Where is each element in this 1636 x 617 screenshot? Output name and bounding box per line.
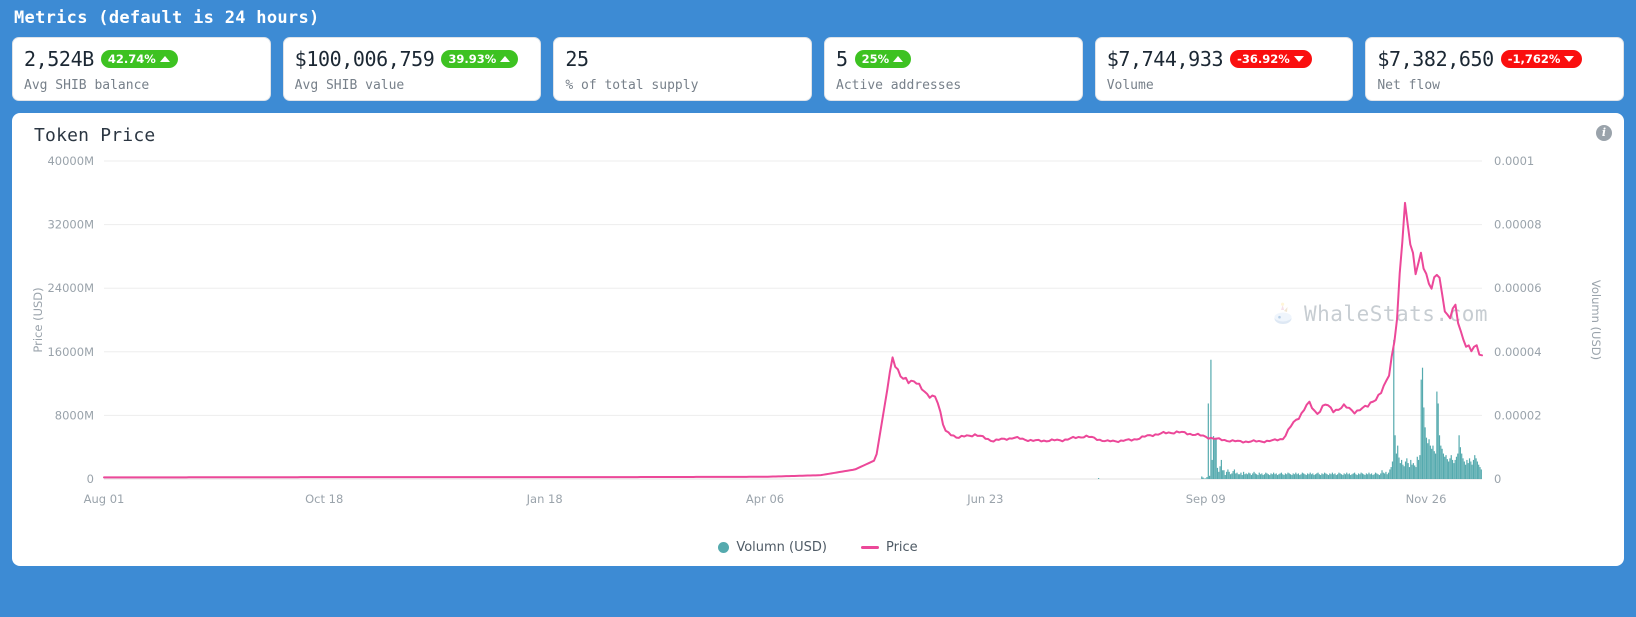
status-badge: -36.92% (1230, 49, 1312, 69)
metric-value: 5 (836, 47, 848, 71)
status-badge: 39.93% (441, 49, 519, 69)
svg-text:Apr 06: Apr 06 (746, 492, 784, 506)
metric-card-active-addresses[interactable]: 5 25% Active addresses (824, 37, 1083, 101)
svg-text:8000M: 8000M (55, 408, 94, 422)
svg-text:0: 0 (1494, 472, 1501, 486)
legend-label: Volumn (USD) (736, 540, 827, 555)
triangle-up-icon (159, 56, 170, 62)
svg-text:16000M: 16000M (47, 345, 94, 359)
metric-value: $7,744,933 (1106, 47, 1224, 71)
svg-text:0: 0 (87, 472, 94, 486)
legend-item-price[interactable]: Price (860, 540, 918, 555)
svg-text:Sep 09: Sep 09 (1186, 492, 1226, 506)
svg-text:Volumn (USD): Volumn (USD) (1589, 280, 1603, 360)
triangle-down-icon (1293, 56, 1304, 62)
legend-line-icon (860, 546, 879, 549)
triangle-down-icon (1564, 56, 1575, 62)
metric-label: Active addresses (836, 78, 962, 93)
legend-label: Price (885, 540, 918, 555)
metric-label: Net flow (1377, 78, 1440, 93)
metric-card-avg-shib-balance[interactable]: 2,524B 42.74% Avg SHIB balance (12, 37, 271, 101)
metric-card-net-flow[interactable]: $7,382,650 -1,762% Net flow (1365, 37, 1625, 101)
svg-text:32000M: 32000M (47, 218, 94, 232)
metric-top: 25 (565, 46, 800, 72)
badge-text: -1,762% (1507, 51, 1561, 66)
triangle-up-icon (500, 56, 511, 62)
svg-text:0.00006: 0.00006 (1494, 281, 1542, 295)
status-badge: -1,762% (1500, 49, 1583, 69)
metric-label: Avg SHIB balance (24, 78, 150, 93)
svg-text:0.00002: 0.00002 (1494, 408, 1542, 422)
metric-value: 25 (565, 47, 589, 71)
page-title: Metrics (default is 24 hours) (14, 8, 320, 28)
token-price-chart-card: Token Price i WhaleStats.com 0 8000M 16000… (12, 113, 1624, 566)
status-badge: 25% (854, 49, 912, 69)
metrics-cards-row: 2,524B 42.74% Avg SHIB balance $100,006,… (0, 28, 1636, 101)
svg-text:Jun 23: Jun 23 (966, 492, 1003, 506)
legend-dot-icon (718, 542, 730, 553)
chart-legend: Volumn (USD) Price (12, 540, 1624, 555)
badge-text: 39.93% (448, 51, 497, 66)
svg-text:Oct 18: Oct 18 (305, 492, 343, 506)
badge-text: 25% (861, 51, 890, 66)
metric-card-volume[interactable]: $7,744,933 -36.92% Volume (1094, 37, 1354, 101)
badge-text: -36.92% (1237, 51, 1290, 66)
metric-value: 2,524B (24, 47, 94, 71)
metric-top: 5 25% (836, 46, 1071, 72)
metric-value: $100,006,759 (294, 47, 435, 71)
status-badge: 42.74% (100, 49, 178, 69)
svg-text:Price (USD): Price (USD) (31, 287, 45, 352)
chart-svg: 0 8000M 16000M 24000M 32000M 40000M 0 0.00002 0.… (31, 154, 1603, 506)
svg-text:0.0001: 0.0001 (1494, 154, 1534, 168)
legend-item-volume[interactable]: Volumn (USD) (718, 540, 827, 555)
metric-card-avg-shib-value[interactable]: $100,006,759 39.93% Avg SHIB value (282, 37, 542, 101)
chart-plot-area: 0 8000M 16000M 24000M 32000M 40000M 0 0.00002 0.… (12, 151, 1624, 566)
app-root: Metrics (default is 24 hours) 2,524B 42.… (0, 0, 1636, 617)
chart-title: Token Price (34, 125, 156, 146)
metric-value: $7,382,650 (1377, 47, 1494, 71)
svg-text:0.00008: 0.00008 (1494, 218, 1542, 232)
metric-label: Volume (1106, 78, 1154, 93)
metric-label: % of total supply (565, 78, 699, 93)
svg-text:Jan 18: Jan 18 (526, 492, 563, 506)
triangle-up-icon (893, 56, 904, 62)
metric-card-percent-total-supply[interactable]: 25 % of total supply (553, 37, 813, 101)
metric-top: 2,524B 42.74% (24, 46, 259, 72)
svg-text:40000M: 40000M (47, 154, 94, 168)
svg-text:Nov 26: Nov 26 (1406, 492, 1447, 506)
metric-top: $7,744,933 -36.92% (1107, 46, 1342, 72)
info-icon[interactable]: i (1596, 125, 1612, 141)
badge-text: 42.74% (107, 51, 156, 66)
svg-text:Aug 01: Aug 01 (84, 492, 125, 506)
metric-top: $100,006,759 39.93% (295, 46, 530, 72)
metric-label: Avg SHIB value (294, 78, 405, 93)
svg-text:0.00004: 0.00004 (1494, 345, 1542, 359)
metric-top: $7,382,650 -1,762% (1377, 46, 1612, 72)
svg-text:24000M: 24000M (47, 281, 94, 295)
